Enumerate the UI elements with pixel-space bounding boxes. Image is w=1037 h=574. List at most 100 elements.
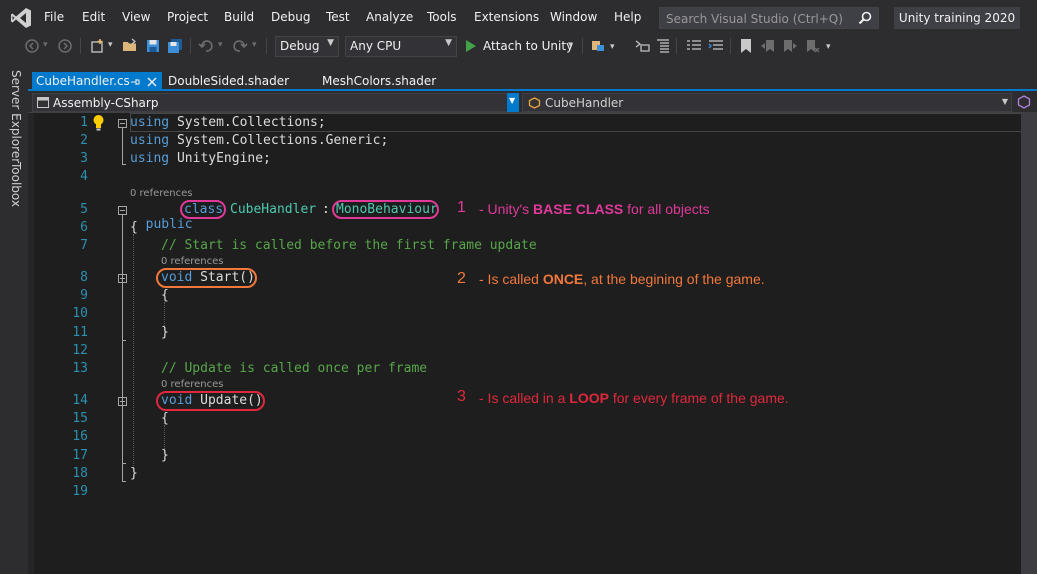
class-references-codelens[interactable]: 0 references xyxy=(130,188,193,199)
fold-line-end xyxy=(122,481,126,482)
back-icon[interactable] xyxy=(24,38,40,54)
platform-select[interactable]: Any CPU ▼ xyxy=(345,36,457,57)
unity-tools-icon[interactable] xyxy=(590,38,606,54)
code-editor[interactable] xyxy=(28,113,1037,574)
previous-bookmark-icon[interactable] xyxy=(760,38,776,54)
line-number: 14 xyxy=(72,393,88,408)
code-line-18: } xyxy=(130,466,138,481)
fold-line-end xyxy=(122,340,126,341)
line-number: 2 xyxy=(80,133,88,148)
class-keyword-highlight xyxy=(180,200,226,219)
project-select[interactable]: Assembly-CSharp xyxy=(32,93,518,112)
menu-view[interactable]: View xyxy=(122,10,150,24)
lightbulb-icon[interactable] xyxy=(92,114,105,131)
new-dropdown-icon[interactable]: ▾ xyxy=(108,40,113,50)
server-explorer-tab[interactable]: Server Explorer xyxy=(9,70,23,163)
chevron-down-icon: ▼ xyxy=(509,96,516,105)
update-references-codelens[interactable]: 0 references xyxy=(161,379,224,390)
pin-icon[interactable] xyxy=(130,77,140,87)
toolbox-tab[interactable]: Toolbox xyxy=(9,162,23,207)
start-method-highlight xyxy=(156,268,257,288)
start-references-codelens[interactable]: 0 references xyxy=(161,256,224,267)
undo-dropdown-icon[interactable]: ▾ xyxy=(218,40,223,50)
line-number: 6 xyxy=(80,220,88,235)
line-number: 9 xyxy=(80,288,88,303)
search-icon xyxy=(858,11,872,25)
line-number: 5 xyxy=(80,202,88,217)
comment-lines-icon[interactable] xyxy=(686,38,702,54)
solution-name-badge[interactable]: Unity training 2020 xyxy=(894,7,1020,29)
line-number: 11 xyxy=(72,325,88,340)
line-number: 10 xyxy=(72,306,88,321)
collapse-class-icon[interactable] xyxy=(118,206,127,215)
collapse-start-icon[interactable] xyxy=(118,274,127,283)
code-line-17: } xyxy=(161,448,169,463)
member-icon[interactable] xyxy=(1017,95,1031,109)
chevron-down-icon: ▼ xyxy=(1001,97,1008,106)
fold-line-end xyxy=(122,463,126,464)
collapse-usings-icon[interactable] xyxy=(118,119,127,128)
toolbar-separator xyxy=(266,38,267,54)
menu-analyze[interactable]: Analyze xyxy=(366,10,413,24)
collapse-update-icon[interactable] xyxy=(118,397,127,406)
annotation-2: 2 - Is called ONCE, at the begining of t… xyxy=(457,270,765,288)
clear-bookmarks-icon[interactable] xyxy=(804,38,820,54)
platform-value: Any CPU xyxy=(350,39,402,53)
search-input[interactable]: Search Visual Studio (Ctrl+Q) xyxy=(659,7,879,29)
menu-build[interactable]: Build xyxy=(224,10,254,24)
redo-dropdown-icon[interactable]: ▾ xyxy=(252,40,257,50)
save-icon[interactable] xyxy=(145,38,161,54)
open-folder-icon[interactable] xyxy=(122,38,138,54)
menu-file[interactable]: File xyxy=(44,10,64,24)
line-number: 19 xyxy=(72,484,88,499)
close-tab-icon[interactable] xyxy=(147,77,157,87)
annotation-text: - Is called ONCE, at the begining of the… xyxy=(479,271,765,287)
line-number: 15 xyxy=(72,411,88,426)
line-number: 17 xyxy=(72,448,88,463)
toolbar-overflow-icon[interactable]: ▾ xyxy=(826,42,831,52)
chevron-down-icon: ▼ xyxy=(327,38,334,48)
fold-line-end xyxy=(122,164,126,165)
new-project-icon[interactable] xyxy=(89,38,105,54)
next-bookmark-icon[interactable] xyxy=(782,38,798,54)
redo-icon[interactable] xyxy=(232,38,248,54)
class-icon xyxy=(528,97,541,109)
attach-dropdown-icon: ▾ xyxy=(568,40,573,50)
menu-window[interactable]: Window xyxy=(550,10,597,24)
line-number: 12 xyxy=(72,343,88,358)
undo-icon[interactable] xyxy=(198,38,214,54)
fold-line xyxy=(122,283,123,340)
save-all-icon[interactable] xyxy=(167,38,183,54)
indent-guide xyxy=(133,234,134,468)
forward-icon[interactable] xyxy=(57,38,73,54)
bookmark-icon[interactable] xyxy=(738,38,754,54)
format-icon[interactable] xyxy=(655,38,671,54)
tab-cubehandler-cs[interactable]: CubeHandler.cs xyxy=(32,72,162,91)
menu-debug[interactable]: Debug xyxy=(271,10,310,24)
menu-edit[interactable]: Edit xyxy=(82,10,105,24)
menu-test[interactable]: Test xyxy=(326,10,350,24)
uncomment-lines-icon[interactable] xyxy=(708,38,724,54)
menu-help[interactable]: Help xyxy=(614,10,641,24)
code-line-3: using UnityEngine; xyxy=(130,151,271,166)
configuration-select[interactable]: Debug ▼ xyxy=(275,36,339,57)
back-dropdown-icon[interactable]: ▾ xyxy=(43,40,48,50)
code-line-7: // Start is called before the first fram… xyxy=(161,238,537,253)
play-icon xyxy=(466,40,476,52)
code-line-1: using System.Collections; xyxy=(130,115,326,130)
menu-extensions[interactable]: Extensions xyxy=(474,10,539,24)
project-dropdown-button[interactable]: ▼ xyxy=(507,93,519,112)
class-select[interactable]: CubeHandler ▼ xyxy=(522,93,1012,112)
toolbar-separator xyxy=(190,38,191,54)
vertical-scrollbar[interactable] xyxy=(1021,113,1037,574)
code-line-15: { xyxy=(161,411,169,426)
line-number: 3 xyxy=(80,151,88,166)
tools-dropdown-icon[interactable]: ▾ xyxy=(610,42,615,52)
annotation-text: - Unity's BASE CLASS for all objects xyxy=(479,201,710,217)
step-into-icon[interactable] xyxy=(634,38,650,54)
menu-project[interactable]: Project xyxy=(167,10,208,24)
tab-label: CubeHandler.cs xyxy=(36,74,130,88)
menu-tools[interactable]: Tools xyxy=(427,10,457,24)
project-name: Assembly-CSharp xyxy=(53,96,159,110)
visual-studio-logo-icon[interactable] xyxy=(10,7,32,29)
